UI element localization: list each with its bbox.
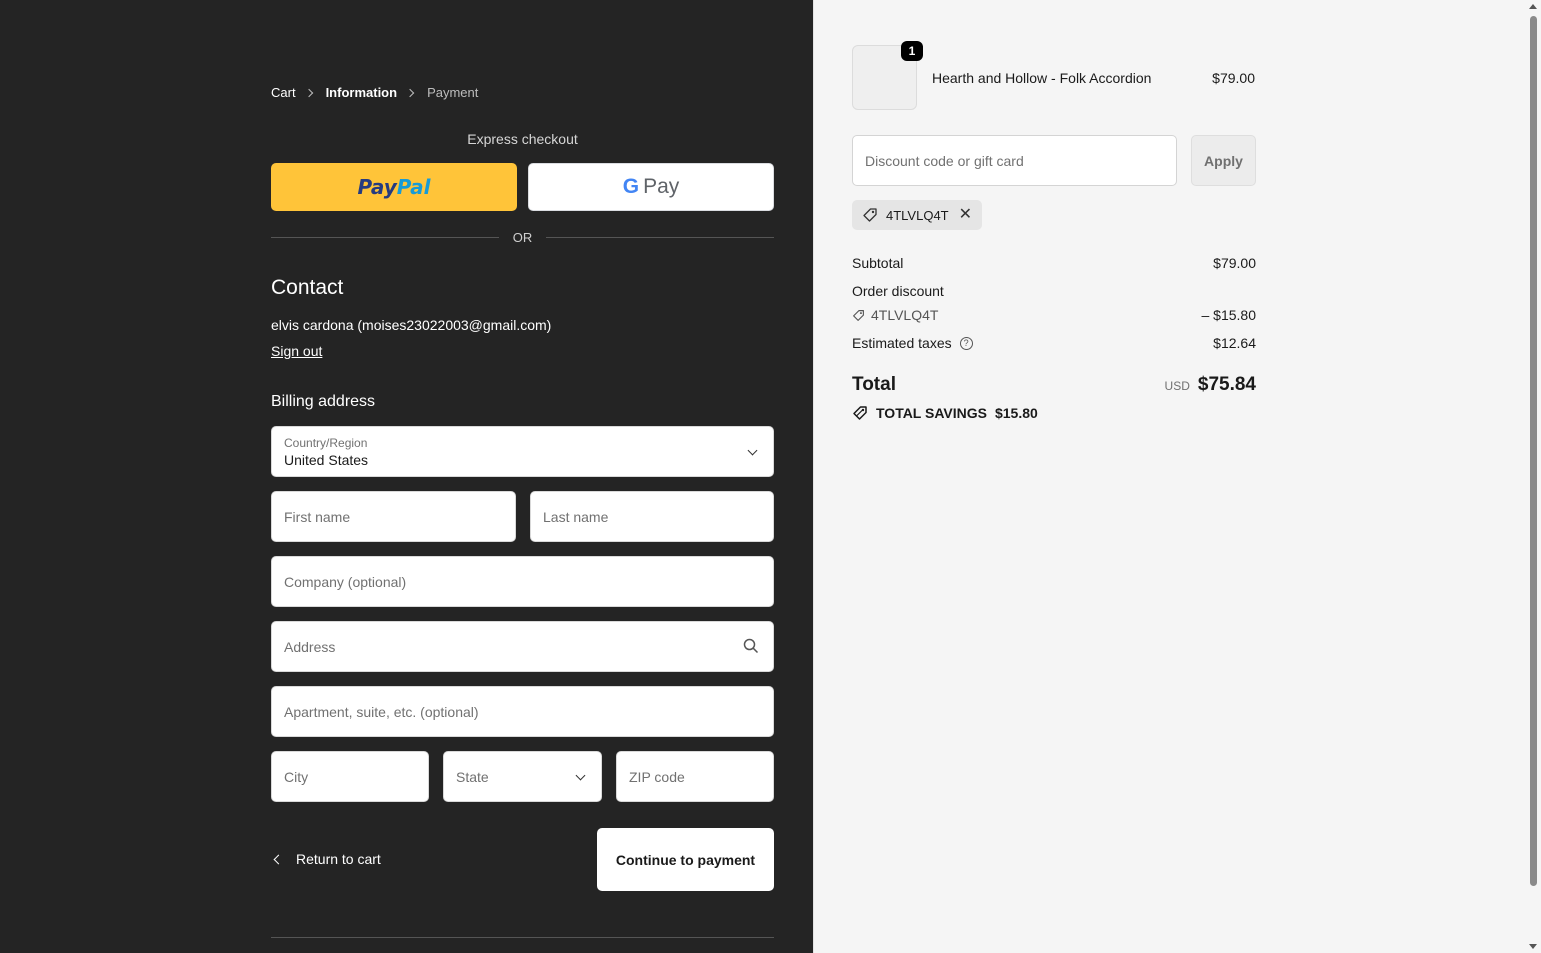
city-field[interactable] xyxy=(271,751,429,802)
or-divider: OR xyxy=(271,230,774,245)
remove-discount-icon[interactable]: ✕ xyxy=(959,207,972,223)
total-value: $75.84 xyxy=(1197,374,1256,395)
state-select[interactable]: State xyxy=(443,751,602,802)
contact-account-info: elvis cardona (moises23022003@gmail.com) xyxy=(271,317,552,333)
first-name-input[interactable] xyxy=(272,492,515,541)
country-label: Country/Region xyxy=(284,436,368,450)
applied-discount-code: 4TLVLQ4T xyxy=(886,207,949,223)
address-field[interactable] xyxy=(271,621,774,672)
tag-icon xyxy=(853,309,864,321)
scroll-up-arrow-icon[interactable] xyxy=(1529,4,1537,9)
discount-code-label: 4TLVLQ4T xyxy=(852,307,938,323)
zip-field[interactable] xyxy=(616,751,774,802)
paypal-button[interactable]: Pay Pal xyxy=(271,163,517,211)
order-discount-row: Order discount xyxy=(852,283,1256,299)
page-scrollbar[interactable] xyxy=(1526,0,1541,953)
savings-label: TOTAL SAVINGS xyxy=(876,405,987,421)
apartment-field[interactable] xyxy=(271,686,774,737)
taxes-row: Estimated taxes ? $12.64 xyxy=(852,335,1256,351)
discount-code-row: 4TLVLQ4T – $15.80 xyxy=(852,307,1256,323)
subtotal-label: Subtotal xyxy=(852,255,904,271)
total-savings: TOTAL SAVINGS $15.80 xyxy=(852,405,1038,421)
country-value: United States xyxy=(284,452,369,468)
discount-code-text: 4TLVLQ4T xyxy=(871,307,939,323)
company-input[interactable] xyxy=(272,557,773,606)
state-placeholder: State xyxy=(456,768,489,785)
paypal-logo-a: Pay xyxy=(357,175,397,199)
discount-input[interactable] xyxy=(853,136,1176,185)
sign-out-link[interactable]: Sign out xyxy=(271,343,322,359)
chevron-left-icon xyxy=(273,854,284,864)
discount-field[interactable] xyxy=(852,135,1177,186)
currency-code: USD xyxy=(1164,379,1190,393)
order-summary-panel: 1 Hearth and Hollow - Folk Accordion $79… xyxy=(813,0,1526,953)
billing-address-heading: Billing address xyxy=(271,393,376,410)
city-input[interactable] xyxy=(272,752,428,801)
first-name-field[interactable] xyxy=(271,491,516,542)
contact-heading: Contact xyxy=(271,276,344,299)
chevron-right-icon xyxy=(304,88,313,97)
scroll-down-arrow-icon[interactable] xyxy=(1529,944,1537,949)
company-field[interactable] xyxy=(271,556,774,607)
subtotal-value: $79.00 xyxy=(1213,255,1256,271)
google-pay-label: Pay xyxy=(643,175,680,198)
help-icon[interactable]: ? xyxy=(959,336,973,350)
subtotal-row: Subtotal $79.00 xyxy=(852,255,1256,271)
applied-discount-chip: 4TLVLQ4T ✕ xyxy=(852,200,983,230)
discount-value: – $15.80 xyxy=(1201,307,1257,323)
taxes-value: $12.64 xyxy=(1213,335,1256,351)
quantity-badge: 1 xyxy=(901,41,923,61)
or-label: OR xyxy=(512,230,533,245)
search-icon[interactable] xyxy=(743,638,759,654)
apartment-input[interactable] xyxy=(272,687,773,736)
divider-line xyxy=(546,237,774,238)
express-checkout-title: Express checkout xyxy=(467,131,578,147)
return-to-cart-label: Return to cart xyxy=(296,851,381,867)
divider-line xyxy=(271,237,499,238)
savings-tag-icon xyxy=(853,406,867,420)
breadcrumb: Cart Information Payment xyxy=(271,85,478,100)
total-row: Total USD $75.84 xyxy=(852,374,1256,396)
return-to-cart-link[interactable]: Return to cart xyxy=(271,851,381,867)
google-g-icon: G xyxy=(622,175,640,198)
footer-divider xyxy=(271,937,774,938)
checkout-main-panel: Cart Information Payment Express checkou… xyxy=(0,0,813,953)
paypal-logo-b: Pal xyxy=(396,175,431,199)
last-name-input[interactable] xyxy=(531,492,773,541)
country-select[interactable]: Country/Region United States xyxy=(271,426,774,477)
breadcrumb-cart[interactable]: Cart xyxy=(271,85,296,100)
address-input[interactable] xyxy=(272,622,773,671)
last-name-field[interactable] xyxy=(530,491,774,542)
chevron-down-icon xyxy=(575,770,586,781)
breadcrumb-information: Information xyxy=(325,85,398,100)
scrollbar-thumb[interactable] xyxy=(1530,16,1537,886)
chevron-down-icon xyxy=(747,445,758,456)
taxes-label-group: Estimated taxes ? xyxy=(852,335,973,351)
taxes-label: Estimated taxes xyxy=(852,335,952,351)
total-amount-group: USD $75.84 xyxy=(1165,374,1256,396)
order-discount-label: Order discount xyxy=(852,283,944,299)
chevron-right-icon xyxy=(405,88,415,97)
apply-discount-button[interactable]: Apply xyxy=(1191,135,1256,186)
tag-icon xyxy=(863,208,877,222)
total-label: Total xyxy=(852,374,896,395)
google-pay-button[interactable]: G Pay xyxy=(528,163,774,211)
savings-value: $15.80 xyxy=(994,405,1038,421)
product-price: $79.00 xyxy=(1212,70,1255,86)
continue-to-payment-button[interactable]: Continue to payment xyxy=(597,828,774,891)
product-name: Hearth and Hollow - Folk Accordion xyxy=(932,70,1152,86)
breadcrumb-payment: Payment xyxy=(427,85,479,100)
zip-input[interactable] xyxy=(617,752,773,801)
